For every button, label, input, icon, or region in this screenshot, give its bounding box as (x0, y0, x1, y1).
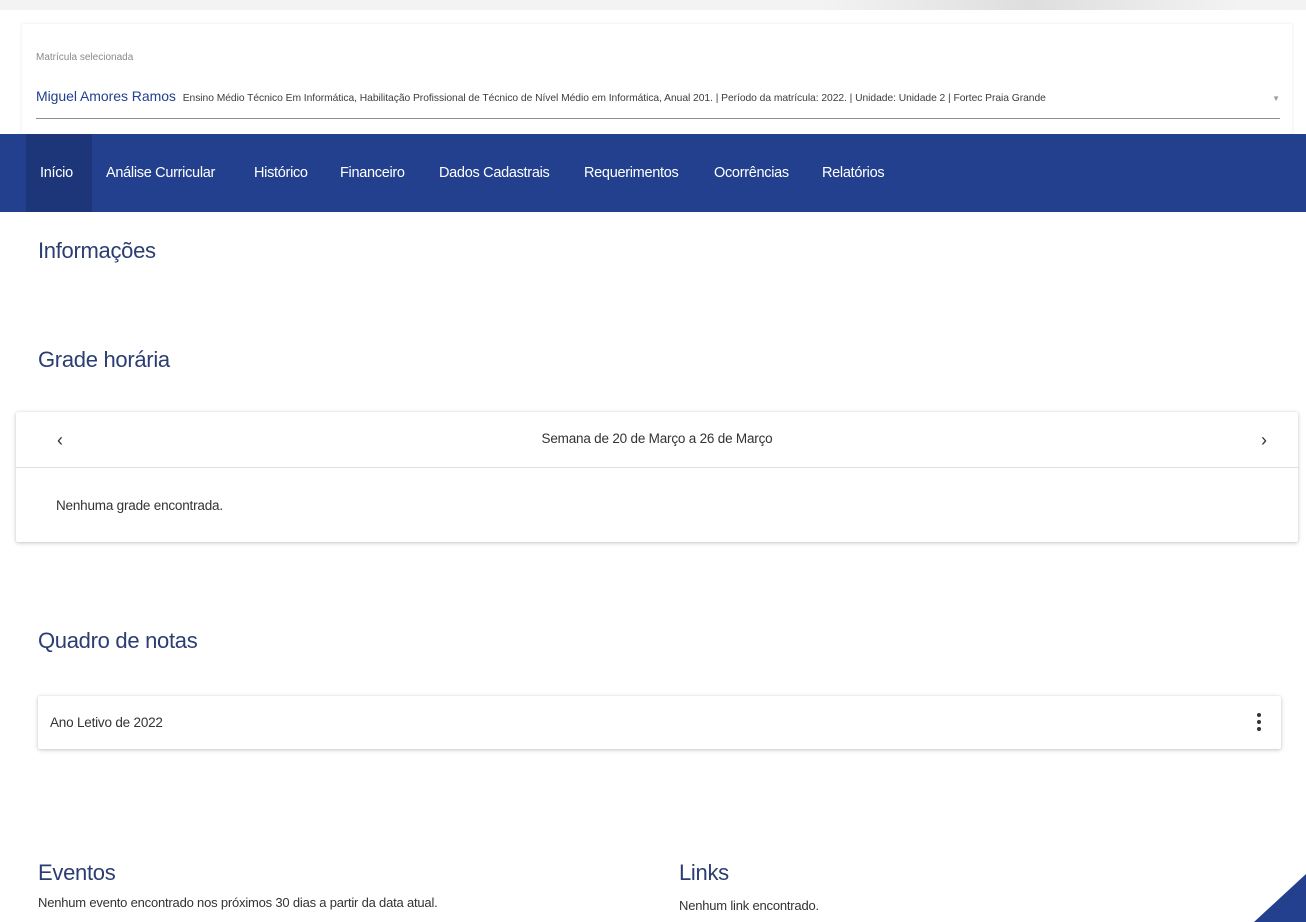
nav-item-relatorios[interactable]: Relatórios (822, 134, 885, 212)
nav-item-historico[interactable]: Histórico (254, 134, 308, 212)
links-empty-text: Nenhum link encontrado. (679, 898, 819, 913)
quadro-notas-title: Quadro de notas (38, 628, 198, 653)
top-strip (0, 0, 1306, 10)
more-vert-icon[interactable] (1255, 711, 1263, 733)
week-navigator: ‹ Semana de 20 de Março a 26 de Março › (16, 412, 1298, 468)
informacoes-title: Informações (38, 238, 156, 263)
dropdown-arrow-icon[interactable]: ▼ (1272, 94, 1280, 103)
enrollment-value[interactable]: Miguel Amores Ramos Ensino Médio Técnico… (36, 88, 1264, 104)
grade-horaria-title: Grade horária (38, 347, 170, 372)
eventos-title: Eventos (38, 860, 116, 885)
nav-item-requerimentos[interactable]: Requerimentos (584, 134, 679, 212)
nav-item-analise-curricular[interactable]: Análise Curricular (106, 134, 215, 212)
nav-item-inicio[interactable]: Início (26, 134, 92, 212)
grades-item[interactable]: Ano Letivo de 2022 (38, 696, 1281, 749)
student-name: Miguel Amores Ramos (36, 88, 176, 104)
links-title: Links (679, 860, 729, 885)
empty-schedule-text: Nenhuma grade encontrada. (56, 498, 223, 513)
chevron-right-icon[interactable]: › (1250, 426, 1278, 454)
corner-decoration (1254, 874, 1306, 922)
nav-item-financeiro[interactable]: Financeiro (340, 134, 405, 212)
eventos-empty-text: Nenhum evento encontrado nos próximos 30… (38, 895, 438, 910)
nav-item-ocorrencias[interactable]: Ocorrências (714, 134, 789, 212)
main-navbar: Início Análise Curricular Histórico Fina… (0, 134, 1306, 212)
enrollment-caption: Matrícula selecionada (36, 52, 134, 63)
enrollment-select[interactable]: Matrícula selecionada Miguel Amores Ramo… (22, 24, 1292, 134)
grades-item-label: Ano Letivo de 2022 (50, 715, 163, 730)
enrollment-details: Ensino Médio Técnico Em Informática, Hab… (182, 93, 1046, 104)
schedule-card: ‹ Semana de 20 de Março a 26 de Março › … (16, 412, 1298, 542)
top-strip-glow (820, 0, 1240, 10)
nav-item-dados-cadastrais[interactable]: Dados Cadastrais (439, 134, 550, 212)
enrollment-underline (36, 118, 1280, 119)
week-label: Semana de 20 de Março a 26 de Março (541, 431, 773, 446)
